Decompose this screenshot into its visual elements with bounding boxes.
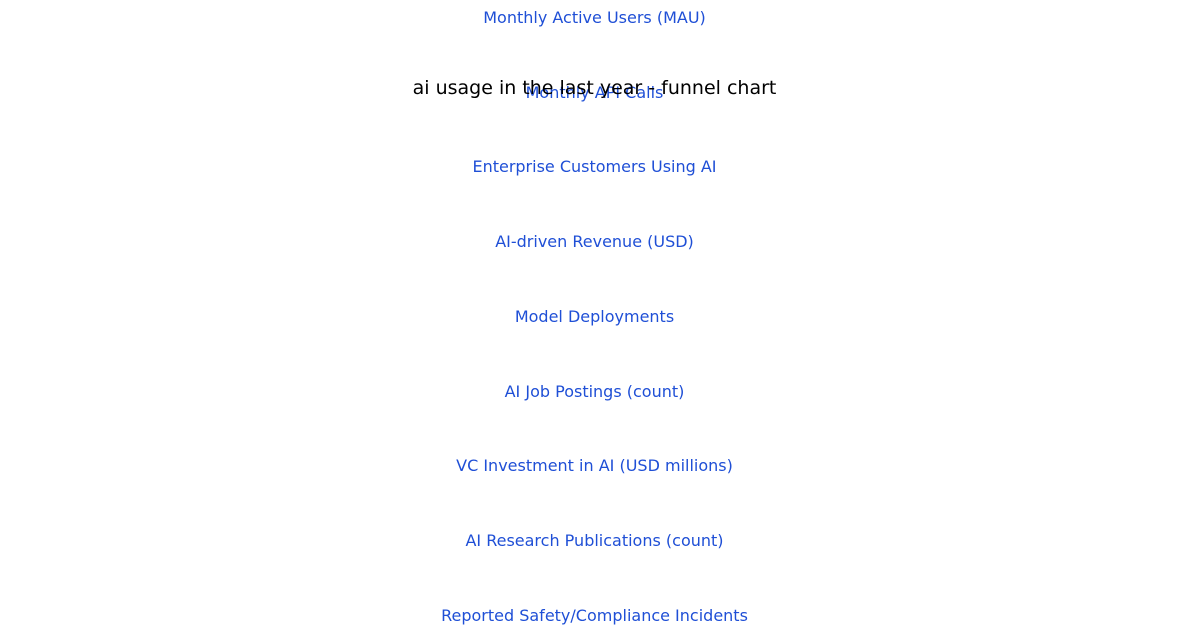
- chart-title: ai usage in the last year - funnel chart: [412, 77, 777, 99]
- funnel-stage-label: Enterprise Customers Using AI: [472, 157, 717, 177]
- funnel-stage-label: Monthly Active Users (MAU): [483, 8, 706, 27]
- funnel-stage-label: Reported Safety/Compliance Incidents: [441, 605, 748, 625]
- funnel-stage-label: AI Job Postings (count): [504, 381, 685, 401]
- funnel-stage-label: AI-driven Revenue (USD): [495, 232, 694, 252]
- funnel-stage-label: Model Deployments: [514, 306, 675, 326]
- funnel-stage-label: VC Investment in AI (USD millions): [456, 456, 733, 476]
- funnel-stage-label: AI Research Publications (count): [465, 530, 724, 550]
- funnel-chart: Monthly Active Users (MAU) Monthly API Ca…: [0, 0, 1189, 635]
